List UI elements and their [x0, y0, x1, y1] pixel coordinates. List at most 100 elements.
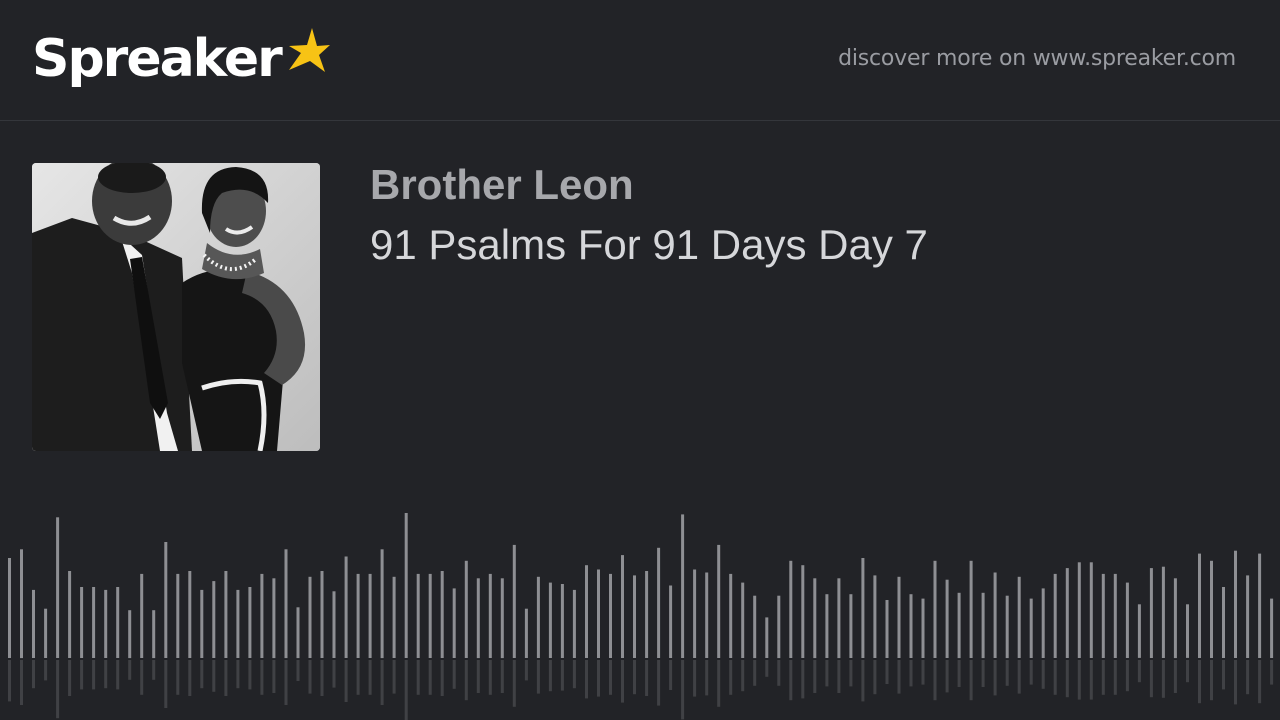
waveform-bar	[1065, 568, 1069, 658]
waveform-bar	[945, 579, 949, 658]
waveform-bar-reflection	[224, 660, 228, 696]
waveform-bar	[1089, 562, 1093, 658]
waveform-bar-reflection	[1053, 660, 1057, 695]
waveform-bar	[332, 591, 336, 658]
waveform-bar-reflection	[921, 660, 925, 685]
waveform-bar	[476, 578, 480, 659]
waveform-bar-reflection	[1029, 660, 1033, 685]
waveform-bar-reflection	[969, 660, 973, 701]
waveform-bar-reflection	[116, 660, 120, 690]
waveform-bar-reflection	[32, 660, 35, 689]
waveform-bar-reflection	[536, 660, 540, 694]
waveform-bar	[500, 578, 504, 659]
waveform-bar	[548, 582, 552, 658]
waveform-bar-reflection	[885, 660, 889, 684]
waveform-bar	[957, 592, 961, 659]
waveform-bar-reflection	[1149, 660, 1153, 698]
waveform-bar	[1125, 582, 1129, 658]
waveform-bar	[1258, 553, 1262, 658]
spreaker-logo[interactable]: Spreaker	[32, 22, 331, 102]
waveform-bar	[296, 607, 300, 659]
waveform-bar	[849, 594, 853, 658]
waveform-bar-reflection	[825, 660, 829, 687]
waveform-bar	[897, 576, 901, 658]
discover-more-link[interactable]: discover more on www.spreaker.com	[838, 46, 1236, 71]
waveform-bar-reflection	[657, 660, 661, 706]
waveform-bar	[356, 573, 360, 658]
waveform-bar-reflection	[609, 660, 612, 695]
player-page: Spreaker discover more on www.spreaker.c…	[0, 0, 1280, 720]
waveform-bar-reflection	[320, 660, 324, 696]
waveform-bar-reflection	[945, 660, 949, 693]
waveform-bar	[585, 565, 588, 658]
waveform-bar-reflection	[981, 660, 985, 687]
waveform-bar-reflection	[1113, 660, 1117, 695]
waveform-bar-reflection	[837, 660, 841, 693]
waveform-bar-reflection	[176, 660, 180, 695]
waveform-bar	[188, 571, 192, 658]
waveform-bar-reflection	[560, 660, 564, 691]
waveform-bar-reflection	[296, 660, 300, 681]
waveform-bar	[1222, 587, 1225, 658]
waveform-bar-reflection	[1210, 660, 1213, 701]
waveform-bar	[284, 549, 288, 659]
waveform-bar	[392, 576, 396, 658]
waveform-bar	[20, 549, 23, 659]
waveform-bar-reflection	[765, 660, 769, 677]
waveform-bar-reflection	[1137, 660, 1141, 683]
waveform-bar-reflection	[1125, 660, 1129, 692]
waveform-bar-reflection	[152, 660, 156, 680]
waveform-bar	[681, 514, 685, 658]
waveform-bar	[609, 573, 612, 658]
waveform-bar	[536, 576, 540, 658]
waveform-bar-reflection	[1041, 660, 1045, 689]
waveform-bar-reflection	[140, 660, 144, 695]
waveform-bar-reflection	[1234, 660, 1237, 705]
waveform-bar-reflection	[572, 660, 576, 689]
waveform-bar	[933, 560, 937, 658]
waveform-bar	[428, 573, 432, 658]
waveform-bar-reflection	[488, 660, 492, 695]
waveform-bar	[1173, 578, 1177, 659]
waveform-bar	[789, 560, 793, 658]
waveform-bar	[344, 556, 348, 658]
waveform-bar-reflection	[1270, 660, 1274, 685]
waveform-bar	[1017, 576, 1021, 658]
waveform-bar	[368, 573, 372, 658]
waveform-bar	[729, 573, 733, 658]
waveform-bar-reflection	[500, 660, 504, 693]
waveform-bar	[248, 587, 252, 658]
waveform-bar	[753, 595, 757, 659]
waveform-bar-reflection	[416, 660, 420, 695]
waveform-bar	[308, 576, 312, 658]
waveform-bar	[152, 610, 156, 659]
waveform-bar-reflection	[248, 660, 252, 690]
waveform-bar-reflection	[1017, 660, 1021, 694]
waveform-bar	[224, 571, 228, 658]
waveform-bar	[8, 558, 11, 658]
waveform-bar-reflection	[452, 660, 456, 689]
audio-waveform[interactable]	[0, 500, 1280, 720]
waveform-bar	[116, 587, 120, 658]
waveform-bar-reflection	[801, 660, 805, 699]
waveform-bar-reflection	[380, 660, 384, 705]
waveform-bar	[885, 600, 889, 658]
waveform-bar	[909, 594, 913, 658]
waveform-bar-reflection	[1186, 660, 1189, 683]
waveform-bar-reflection	[200, 660, 204, 689]
waveform-bar-reflection	[957, 660, 961, 687]
waveform-bar	[657, 547, 661, 658]
waveform-bar-reflection	[56, 660, 60, 719]
waveform-bar	[320, 571, 324, 658]
waveform-bar	[68, 571, 72, 658]
waveform-bar	[669, 585, 673, 658]
waveform-bar	[705, 572, 709, 658]
waveform-bar	[512, 544, 516, 658]
waveform-bar-reflection	[392, 660, 396, 694]
waveform-bar	[404, 513, 408, 658]
waveform-bar-reflection	[20, 660, 23, 705]
waveform-bar-reflection	[777, 660, 781, 686]
waveform-bar	[272, 578, 276, 659]
waveform-bar	[260, 573, 264, 658]
waveform-bar	[837, 578, 841, 659]
